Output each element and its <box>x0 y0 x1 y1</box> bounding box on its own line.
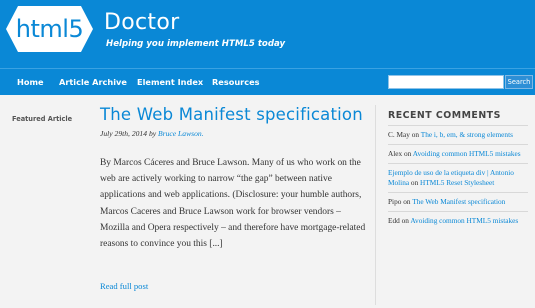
comment-author: Alex <box>388 149 403 158</box>
nav-item-element-index[interactable]: Element Index <box>137 77 203 87</box>
featured-article-label: Featured Article <box>12 115 73 123</box>
comment-item: Ejemplo de uso de la etiqueta div | Anto… <box>388 163 528 192</box>
nav-item-resources[interactable]: Resources <box>212 77 260 87</box>
comment-author: C. May <box>388 130 410 139</box>
comment-on: on <box>410 178 419 187</box>
comment-item: C. May on The i, b, em, & strong element… <box>388 125 528 144</box>
comment-on: on <box>403 197 411 206</box>
nav-item-home[interactable]: Home <box>17 77 44 87</box>
article-excerpt: By Marcos Cáceres and Bruce Lawson. Many… <box>100 158 366 250</box>
search-button[interactable]: Search <box>505 75 533 89</box>
comment-on: on <box>411 130 420 139</box>
main-nav: Home Article Archive Element Index Resou… <box>0 68 535 95</box>
comment-post-link[interactable]: Avoiding common HTML5 mistakes <box>410 216 518 225</box>
comment-author: Edd <box>388 216 400 225</box>
site-tagline: Helping you implement HTML5 today <box>106 39 286 49</box>
site-header: html5 Doctor Helping you implement HTML5… <box>0 0 535 68</box>
author-link[interactable]: Bruce Lawson. <box>158 129 204 138</box>
read-full-post-link[interactable]: Read full post <box>100 281 148 291</box>
comment-post-link[interactable]: Avoiding common HTML5 mistakes <box>413 149 521 158</box>
site-name: Doctor <box>104 10 180 35</box>
html5-logo[interactable]: html5 <box>4 3 95 55</box>
search-input[interactable] <box>388 75 504 89</box>
nav-item-article-archive[interactable]: Article Archive <box>59 77 127 87</box>
logo-text: html5 <box>16 15 83 43</box>
comment-author: Pipo <box>388 197 402 206</box>
byline-by: by <box>148 129 157 138</box>
main-content: Featured Article The Web Manifest specif… <box>0 95 535 308</box>
comment-post-link[interactable]: HTML5 Reset Stylesheet <box>420 178 494 187</box>
article-meta: July 29th, 2014 by Bruce Lawson. <box>100 129 204 138</box>
comment-item: Alex on Avoiding common HTML5 mistakes <box>388 144 528 163</box>
article-date: July 29th, 2014 <box>100 129 148 138</box>
comment-item: Pipo on The Web Manifest specification <box>388 192 528 211</box>
comment-on: on <box>404 149 412 158</box>
comment-post-link[interactable]: The i, b, em, & strong elements <box>421 130 513 139</box>
comment-on: on <box>401 216 409 225</box>
comment-item: Edd on Avoiding common HTML5 mistakes <box>388 211 528 230</box>
comment-post-link[interactable]: The Web Manifest specification <box>412 197 505 206</box>
recent-comments-list: C. May on The i, b, em, & strong element… <box>388 125 528 230</box>
recent-comments-heading: RECENT COMMENTS <box>388 110 501 121</box>
column-divider <box>375 105 376 305</box>
article-title-link[interactable]: The Web Manifest specification <box>100 105 363 124</box>
